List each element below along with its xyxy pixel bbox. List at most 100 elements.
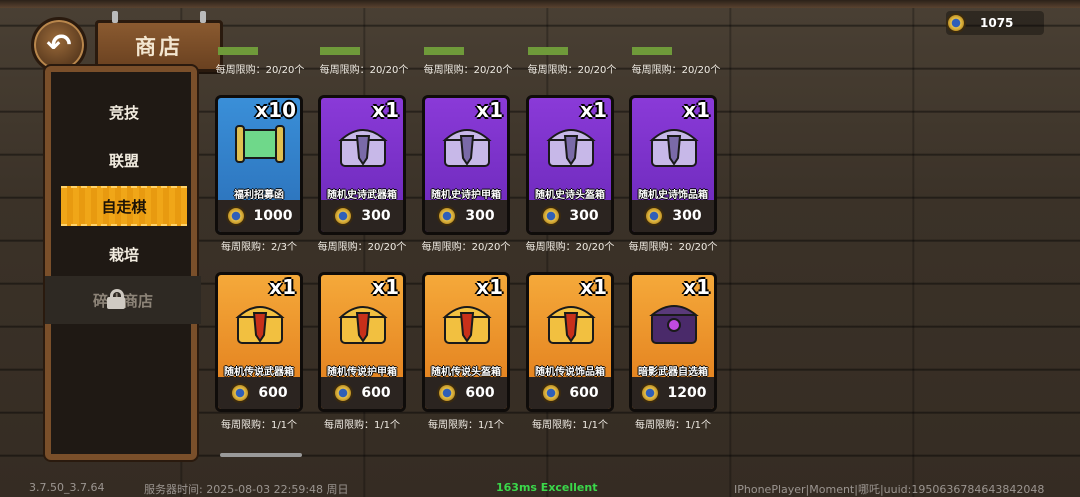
chest-shield-icon (333, 293, 393, 349)
shop-item-card[interactable]: x1 随机史诗武器箱 300 (318, 95, 406, 235)
shop-item-card[interactable]: x10 福利招募函 1000 (215, 95, 303, 235)
item-quantity: x1 (476, 98, 503, 122)
purchase-limit: 每周限购：20/20个 (525, 242, 615, 253)
purchase-limit: 每周限购：1/1个 (531, 420, 609, 431)
scrollbar[interactable] (220, 453, 302, 457)
item-price: 600 (361, 385, 391, 401)
purchase-limit: 每周限购：20/20个 (631, 65, 721, 76)
ping-status: 163ms Excellent (496, 481, 598, 494)
buy-button[interactable]: 600 (218, 377, 300, 409)
item-quantity: x10 (255, 98, 296, 122)
chest-helmet-icon (541, 116, 601, 172)
item-name: 随机史诗护甲箱 (431, 190, 501, 201)
scroll-icon (230, 116, 290, 172)
server-time: 服务器时间: 2025-08-03 22:59:48 周日 (144, 483, 349, 496)
purchase-limit: 每周限购：2/3个 (220, 242, 298, 253)
top-beam (0, 0, 1080, 8)
sidebar-item-shard-shop[interactable]: 碎片商店 (45, 276, 201, 324)
item-price: 300 (361, 208, 391, 224)
shop-item-card[interactable]: x1 随机史诗护甲箱 300 (422, 95, 510, 235)
item-quantity: x1 (372, 275, 399, 299)
item-quantity: x1 (269, 275, 296, 299)
shop-item-card[interactable]: x1 暗影武器自选箱 1200 (629, 272, 717, 412)
item-price: 1000 (253, 208, 293, 224)
buy-button[interactable]: 300 (632, 200, 714, 232)
item-price: 600 (258, 385, 288, 401)
card-edge (528, 47, 568, 55)
coin-icon (230, 383, 251, 403)
item-name: 福利招募函 (234, 190, 284, 201)
buy-button[interactable]: 600 (425, 377, 507, 409)
coin-icon (333, 206, 354, 226)
shop-title-plate: 商店 (95, 11, 223, 72)
item-price: 300 (465, 208, 495, 224)
sidebar-item-autochess[interactable]: 自走棋 (61, 186, 187, 226)
back-button[interactable]: ↶ (31, 17, 87, 73)
purchase-limit: 每周限购：20/20个 (215, 65, 305, 76)
sidebar-item-arena[interactable]: 竞技 (63, 94, 185, 130)
sidebar-item-cultivate[interactable]: 栽培 (63, 236, 185, 272)
shop-item-card[interactable]: x1 随机史诗饰品箱 300 (629, 95, 717, 235)
player-info: IPhonePlayer|Moment|哪吒|uuid:195063678464… (734, 483, 1045, 496)
card-edge (218, 47, 258, 55)
purchase-limit: 每周限购：1/1个 (220, 420, 298, 431)
item-quantity: x1 (683, 275, 710, 299)
buy-button[interactable]: 300 (321, 200, 403, 232)
chest-gem-icon (541, 293, 601, 349)
coin-icon (644, 206, 665, 226)
coin-icon (541, 383, 562, 403)
item-price: 600 (569, 385, 599, 401)
purchase-limit: 每周限购：20/20个 (421, 242, 511, 253)
shop-item-card[interactable]: x1 随机传说护甲箱 600 (318, 272, 406, 412)
coin-icon (639, 383, 660, 403)
sidebar-item-alliance[interactable]: 联盟 (63, 142, 185, 178)
purchase-limit: 每周限购：1/1个 (323, 420, 401, 431)
currency-amount: 1075 (980, 16, 1014, 30)
buy-button[interactable]: 300 (425, 200, 507, 232)
page-title: 商店 (135, 35, 183, 59)
purchase-limit: 每周限购：1/1个 (427, 420, 505, 431)
buy-button[interactable]: 1000 (218, 200, 300, 232)
purchase-limit: 每周限购：20/20个 (628, 242, 718, 253)
item-price: 300 (569, 208, 599, 224)
item-price: 1200 (667, 385, 707, 401)
item-name: 随机史诗头盔箱 (535, 190, 605, 201)
item-name: 随机传说护甲箱 (327, 367, 397, 378)
purchase-limit: 每周限购：1/1个 (634, 420, 712, 431)
buy-button[interactable]: 1200 (632, 377, 714, 409)
shop-item-card[interactable]: x1 随机传说饰品箱 600 (526, 272, 614, 412)
shop-sidebar: 竞技 联盟 自走棋 栽培 碎片商店 (45, 66, 201, 460)
shop-item-card[interactable]: x1 随机传说武器箱 600 (215, 272, 303, 412)
purchase-limit: 每周限购：20/20个 (317, 242, 407, 253)
item-name: 随机史诗饰品箱 (638, 190, 708, 201)
dark-chest-icon (644, 293, 704, 349)
buy-button[interactable]: 300 (529, 200, 611, 232)
coin-icon (946, 13, 966, 33)
item-name: 暗影武器自选箱 (638, 367, 708, 378)
version-text: 3.7.50_3.7.64 (29, 481, 105, 494)
purchase-limit: 每周限购：20/20个 (527, 65, 617, 76)
currency-display: 1075 (946, 11, 1044, 35)
shop-item-card[interactable]: x1 随机传说头盔箱 600 (422, 272, 510, 412)
chest-shield-icon (437, 116, 497, 172)
buy-button[interactable]: 600 (529, 377, 611, 409)
purchase-limit: 每周限购：20/20个 (319, 65, 409, 76)
item-quantity: x1 (372, 98, 399, 122)
card-edge (632, 47, 672, 55)
coin-icon (541, 206, 562, 226)
chest-sword-icon (333, 116, 393, 172)
coin-icon (333, 383, 354, 403)
coin-icon (225, 206, 246, 226)
card-edge (320, 47, 360, 55)
chest-sword-icon (230, 293, 290, 349)
item-price: 300 (672, 208, 702, 224)
item-price: 600 (465, 385, 495, 401)
shop-item-card[interactable]: x1 随机史诗头盔箱 300 (526, 95, 614, 235)
chest-helmet-icon (437, 293, 497, 349)
item-quantity: x1 (580, 98, 607, 122)
coin-icon (437, 383, 458, 403)
buy-button[interactable]: 600 (321, 377, 403, 409)
item-name: 随机传说头盔箱 (431, 367, 501, 378)
purchase-limit: 每周限购：20/20个 (423, 65, 513, 76)
item-name: 随机传说饰品箱 (535, 367, 605, 378)
